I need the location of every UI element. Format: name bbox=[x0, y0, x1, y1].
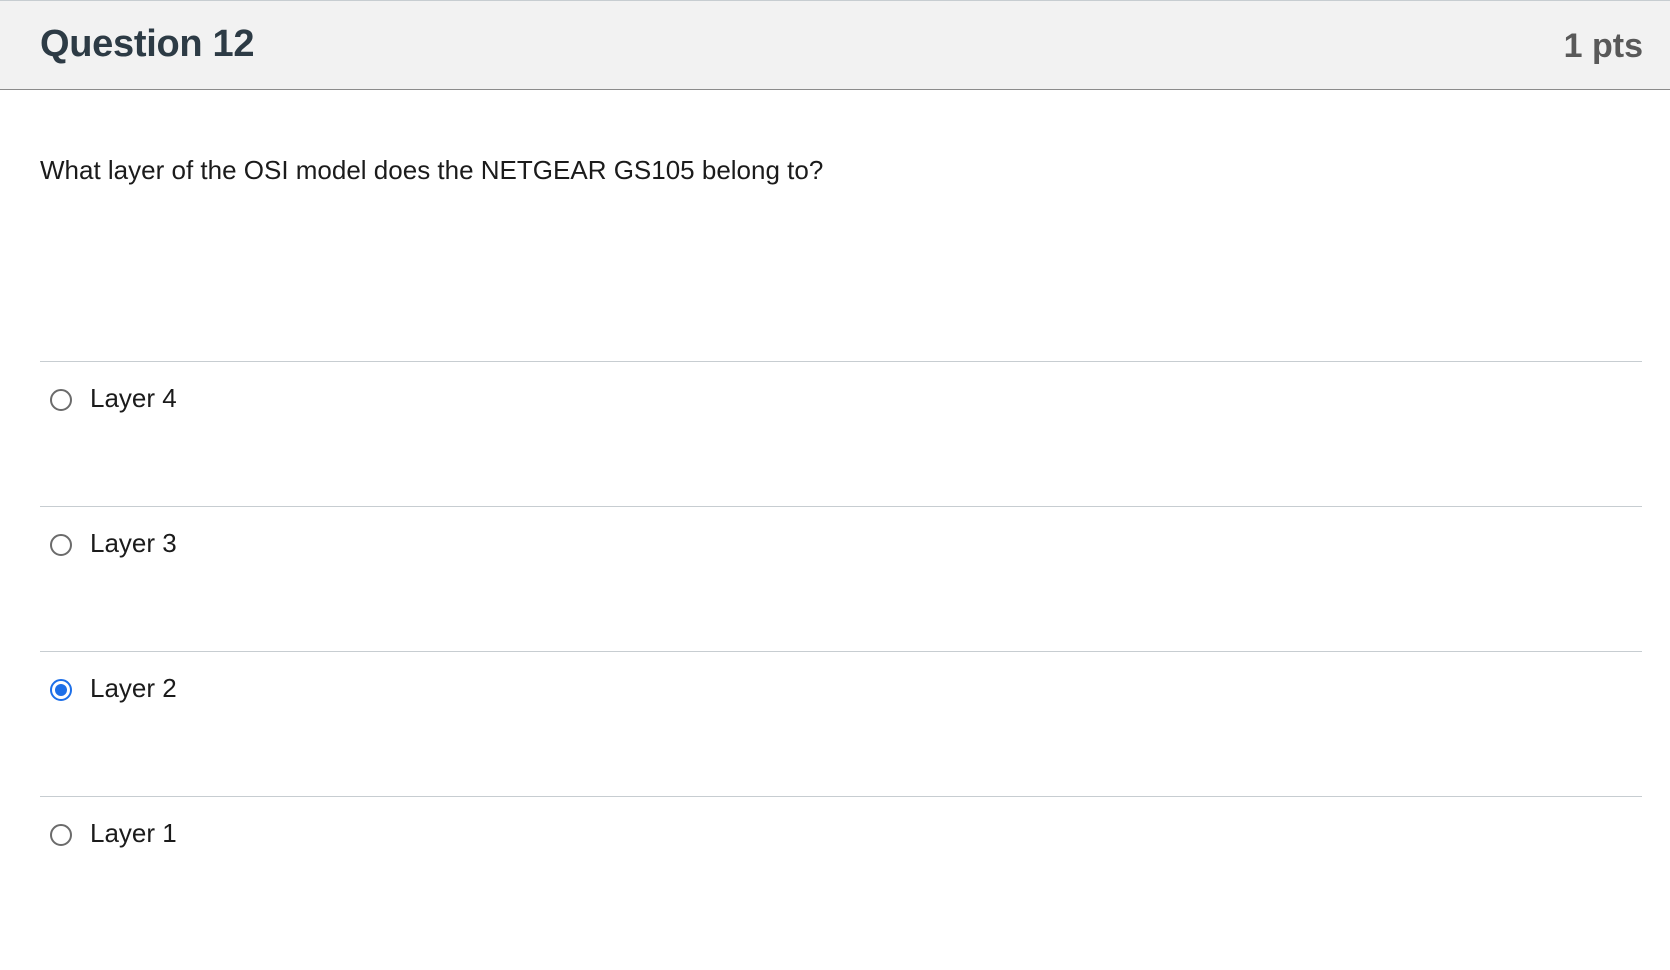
answer-label: Layer 2 bbox=[90, 673, 177, 703]
answer-option-layer-4[interactable]: Layer 4 bbox=[40, 361, 1642, 506]
radio-checked-icon[interactable] bbox=[50, 679, 72, 701]
question-title: Question 12 bbox=[40, 23, 255, 65]
answer-label: Layer 3 bbox=[90, 528, 177, 558]
question-points: 1 pts bbox=[1563, 27, 1643, 65]
answer-option-layer-3[interactable]: Layer 3 bbox=[40, 506, 1642, 651]
radio-unchecked-icon[interactable] bbox=[50, 824, 72, 846]
answer-option-layer-2[interactable]: Layer 2 bbox=[40, 651, 1642, 796]
answer-list: Layer 4 Layer 3 Layer 2 Layer 1 bbox=[40, 361, 1642, 941]
question-card: Question 12 1 pts What layer of the OSI … bbox=[0, 0, 1670, 970]
question-header: Question 12 1 pts bbox=[0, 0, 1670, 90]
question-text: What layer of the OSI model does the NET… bbox=[40, 155, 824, 185]
answer-label: Layer 4 bbox=[90, 383, 177, 413]
radio-unchecked-icon[interactable] bbox=[50, 534, 72, 556]
answer-option-layer-1[interactable]: Layer 1 bbox=[40, 796, 1642, 941]
answer-label: Layer 1 bbox=[90, 818, 177, 848]
radio-unchecked-icon[interactable] bbox=[50, 389, 72, 411]
